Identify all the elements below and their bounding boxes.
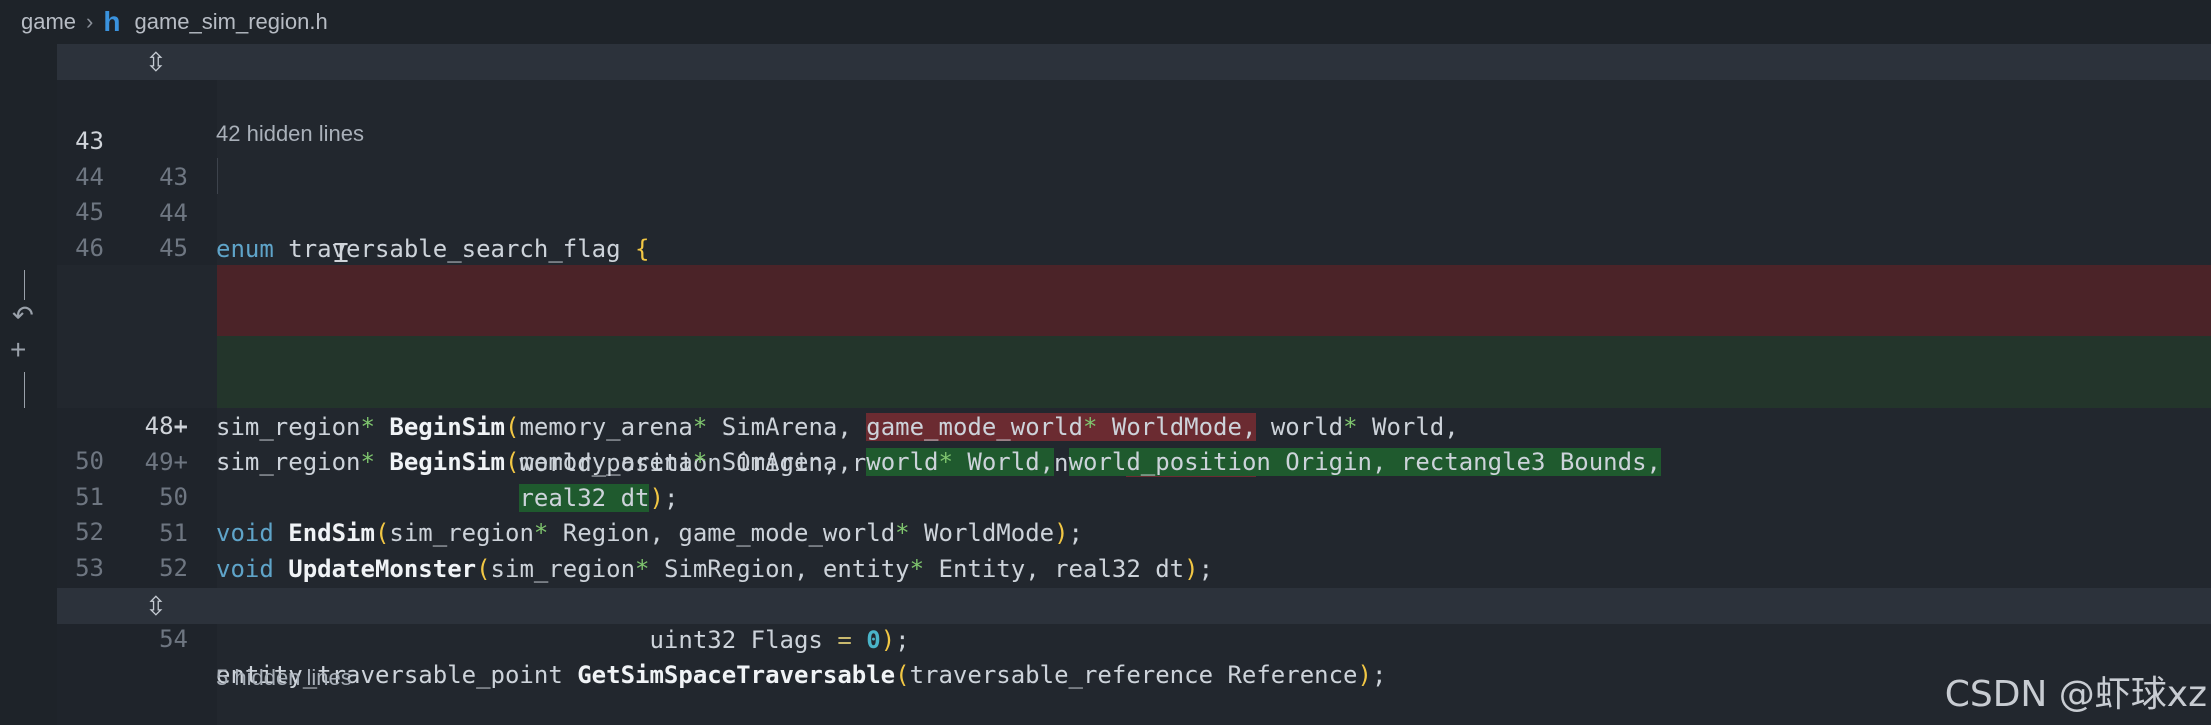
chevron-right-icon: › [86, 9, 94, 34]
deleted-line-49[interactable]: 49 − world_position Origin, rectangle3 B… [57, 301, 2211, 477]
watermark: CSDN @虾球xz [1944, 674, 2207, 715]
code-line-53[interactable]: 53 53 uint32 Flags = 0); [57, 514, 2211, 654]
left-strip [0, 44, 57, 725]
hidden-lines-bottom[interactable]: ⇳ 5 hidden lines [57, 588, 2211, 690]
code-text: entity_traversable_point GetSimSpaceTrav… [216, 661, 1387, 689]
code-line-46[interactable]: 46 46 }; [57, 194, 2211, 334]
added-line-48[interactable]: 48+ sim_region* BeginSim(memory_arena* S… [57, 336, 2211, 476]
code-line-44[interactable]: 44 44 enum traversable_search_flag { [57, 123, 2211, 263]
breadcrumb-file[interactable]: game_sim_region.h [134, 9, 327, 35]
code-line-43[interactable]: 43 43 [57, 87, 2211, 191]
breadcrumb-folder[interactable]: game [21, 9, 76, 35]
stage-change-icon[interactable]: + [10, 334, 26, 366]
header-file-icon: h [103, 6, 121, 37]
code-line-51[interactable]: 51 51 void UpdateMonster(sim_region* Sim… [57, 443, 2211, 583]
breadcrumb: game › h game_sim_region.h [0, 0, 2211, 44]
code-text: uint32 Flags = 0); [216, 626, 910, 654]
code-line-47[interactable]: 47 47 [57, 229, 2211, 333]
code-line-54[interactable]: 54 54 entity_traversable_point GetSimSpa… [57, 549, 2211, 689]
added-line-49[interactable]: 49+ real32 dt); [57, 372, 2211, 512]
code-line-50[interactable]: 50 50 void EndSim(sim_region* Region, ga… [57, 407, 2211, 547]
hidden-lines-top[interactable]: ⇳ 42 hidden lines [57, 44, 2211, 146]
unfold-icon[interactable]: ⇳ [145, 44, 167, 80]
hidden-lines-bottom-label: 5 hidden lines [216, 665, 352, 690]
unfold-icon[interactable]: ⇳ [145, 588, 167, 624]
deleted-line-48[interactable]: 48 ● sim_region* BeginSim(memory_arena* … [57, 265, 2211, 441]
change-bar [24, 372, 25, 408]
line-number-modified: 54 [159, 625, 188, 653]
change-bar [24, 270, 25, 300]
code-line-45[interactable]: 45 45 TraversableSearch_Unoccupied = 0x1… [57, 158, 2211, 298]
code-line-52[interactable]: 52 52 bool32 GetClosestTraversable(sim_r… [57, 478, 2211, 618]
indent-guide [217, 158, 218, 194]
revert-icon[interactable]: ↶ [12, 300, 34, 331]
